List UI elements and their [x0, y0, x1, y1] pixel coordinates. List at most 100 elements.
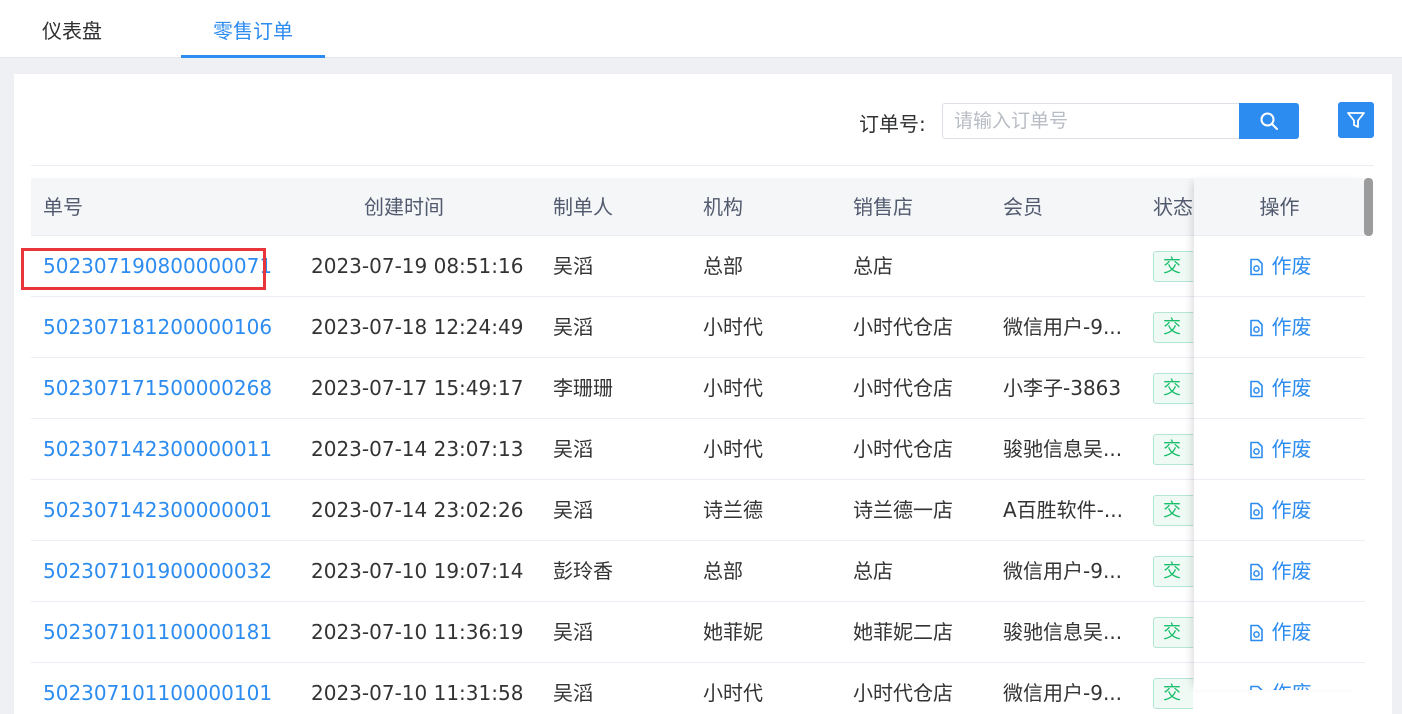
- void-label: 作废: [1271, 498, 1312, 522]
- header-created: 创建时间: [364, 195, 444, 219]
- created-time: 2023-07-14 23:07:13: [311, 437, 524, 461]
- table-row: 502307181200000106 2023-07-18 12:24:49 吴滔 小…: [31, 297, 1365, 358]
- header-status: 状态: [1153, 195, 1193, 219]
- order-number-link[interactable]: 502307101900000032: [43, 541, 283, 602]
- member: 微信用户-9...: [1003, 681, 1123, 705]
- member: 小李子-3863: [1003, 376, 1122, 400]
- action-cell: 作废: [1194, 480, 1365, 541]
- status-badge: 交: [1153, 617, 1193, 648]
- action-cell: 作废: [1194, 663, 1365, 690]
- maker: 彭玲香: [553, 559, 613, 583]
- void-button[interactable]: 作废: [1248, 358, 1312, 419]
- void-label: 作废: [1271, 376, 1312, 400]
- void-label: 作废: [1271, 437, 1312, 461]
- created-time: 2023-07-17 15:49:17: [311, 376, 524, 400]
- order-number-link[interactable]: 502307101100000101: [43, 663, 283, 714]
- status-cell: 交: [1153, 419, 1193, 480]
- maker: 吴滔: [553, 681, 593, 705]
- organization: 诗兰德: [703, 498, 763, 522]
- void-icon: [1249, 502, 1263, 519]
- void-icon: [1249, 380, 1263, 397]
- store: 诗兰德一店: [853, 498, 953, 522]
- maker: 吴滔: [553, 254, 593, 278]
- status-cell: 交: [1153, 236, 1193, 297]
- divider: [31, 165, 1374, 166]
- action-cell: 作废: [1194, 419, 1365, 480]
- status-cell: 交: [1153, 480, 1193, 541]
- created-time: 2023-07-14 23:02:26: [311, 498, 524, 522]
- status-badge: 交: [1153, 434, 1193, 465]
- created-time: 2023-07-19 08:51:16: [311, 254, 524, 278]
- maker: 吴滔: [553, 620, 593, 644]
- search-button[interactable]: [1239, 103, 1299, 139]
- table-row: 502307101100000181 2023-07-10 11:36:19 吴滔 她…: [31, 602, 1365, 663]
- void-icon: [1249, 258, 1263, 275]
- scrollbar[interactable]: [1364, 178, 1373, 236]
- header-store: 销售店: [853, 195, 913, 219]
- highlight-box: [21, 248, 266, 290]
- filter-button[interactable]: [1338, 102, 1374, 138]
- status-cell: 交: [1153, 663, 1193, 714]
- table-row: 502307101100000101 2023-07-10 11:31:58 吴滔 小…: [31, 663, 1365, 714]
- tab-dashboard[interactable]: 仪表盘: [22, 0, 122, 58]
- action-column: 操作 作废作废作废作废作废作废作废作废: [1194, 178, 1365, 690]
- maker: 吴滔: [553, 437, 593, 461]
- status-badge: 交: [1153, 495, 1193, 526]
- void-button[interactable]: 作废: [1248, 602, 1312, 663]
- store: 小时代仓店: [853, 681, 953, 705]
- table-row: 502307101900000032 2023-07-10 19:07:14 彭玲香…: [31, 541, 1365, 602]
- order-number-link[interactable]: 502307142300000001: [43, 480, 283, 541]
- organization: 总部: [703, 254, 743, 278]
- void-button[interactable]: 作废: [1248, 236, 1312, 297]
- order-number-link[interactable]: 502307181200000106: [43, 297, 283, 358]
- created-time: 2023-07-10 19:07:14: [311, 559, 524, 583]
- status-badge: 交: [1153, 312, 1193, 343]
- status-badge: 交: [1153, 373, 1193, 404]
- void-button[interactable]: 作废: [1248, 663, 1312, 690]
- action-cell: 作废: [1194, 602, 1365, 663]
- status-cell: 交: [1153, 602, 1193, 663]
- store: 小时代仓店: [853, 376, 953, 400]
- void-button[interactable]: 作废: [1248, 541, 1312, 602]
- member: 骏驰信息吴...: [1003, 620, 1123, 644]
- store: 她菲妮二店: [853, 620, 953, 644]
- organization: 小时代: [703, 315, 763, 339]
- void-icon: [1249, 685, 1263, 690]
- void-icon: [1249, 441, 1263, 458]
- void-label: 作废: [1271, 620, 1312, 644]
- tab-retail-orders[interactable]: 零售订单: [181, 0, 325, 58]
- void-button[interactable]: 作废: [1248, 419, 1312, 480]
- status-badge: 交: [1153, 678, 1193, 709]
- void-icon: [1249, 319, 1263, 336]
- table-header: 单号 创建时间 制单人 机构 销售店 会员 状态: [31, 178, 1365, 236]
- search-icon: [1260, 112, 1278, 130]
- status-cell: 交: [1153, 358, 1193, 419]
- void-button[interactable]: 作废: [1248, 480, 1312, 541]
- created-time: 2023-07-18 12:24:49: [311, 315, 524, 339]
- store: 总店: [853, 254, 893, 278]
- member: A百胜软件-...: [1003, 498, 1123, 522]
- status-cell: 交: [1153, 541, 1193, 602]
- organization: 小时代: [703, 376, 763, 400]
- order-number-link[interactable]: 502307171500000268: [43, 358, 283, 419]
- order-number-link[interactable]: 502307101100000181: [43, 602, 283, 663]
- member: 微信用户-9...: [1003, 559, 1123, 583]
- organization: 小时代: [703, 437, 763, 461]
- maker: 吴滔: [553, 315, 593, 339]
- header-action: 操作: [1194, 178, 1365, 236]
- table-row: 502307142300000011 2023-07-14 23:07:13 吴滔 小…: [31, 419, 1365, 480]
- organization: 小时代: [703, 681, 763, 705]
- status-badge: 交: [1153, 556, 1193, 587]
- search-input[interactable]: [942, 103, 1240, 139]
- order-number-link[interactable]: 502307142300000011: [43, 419, 283, 480]
- tab-bar: 仪表盘 零售订单: [0, 0, 1402, 58]
- header-member: 会员: [1003, 195, 1043, 219]
- table-row: 502307171500000268 2023-07-17 15:49:17 李珊珊…: [31, 358, 1365, 419]
- maker: 吴滔: [553, 498, 593, 522]
- store: 小时代仓店: [853, 437, 953, 461]
- action-cell: 作废: [1194, 297, 1365, 358]
- member: 骏驰信息吴...: [1003, 437, 1123, 461]
- void-button[interactable]: 作废: [1248, 297, 1312, 358]
- action-cell: 作废: [1194, 236, 1365, 297]
- void-label: 作废: [1271, 254, 1312, 278]
